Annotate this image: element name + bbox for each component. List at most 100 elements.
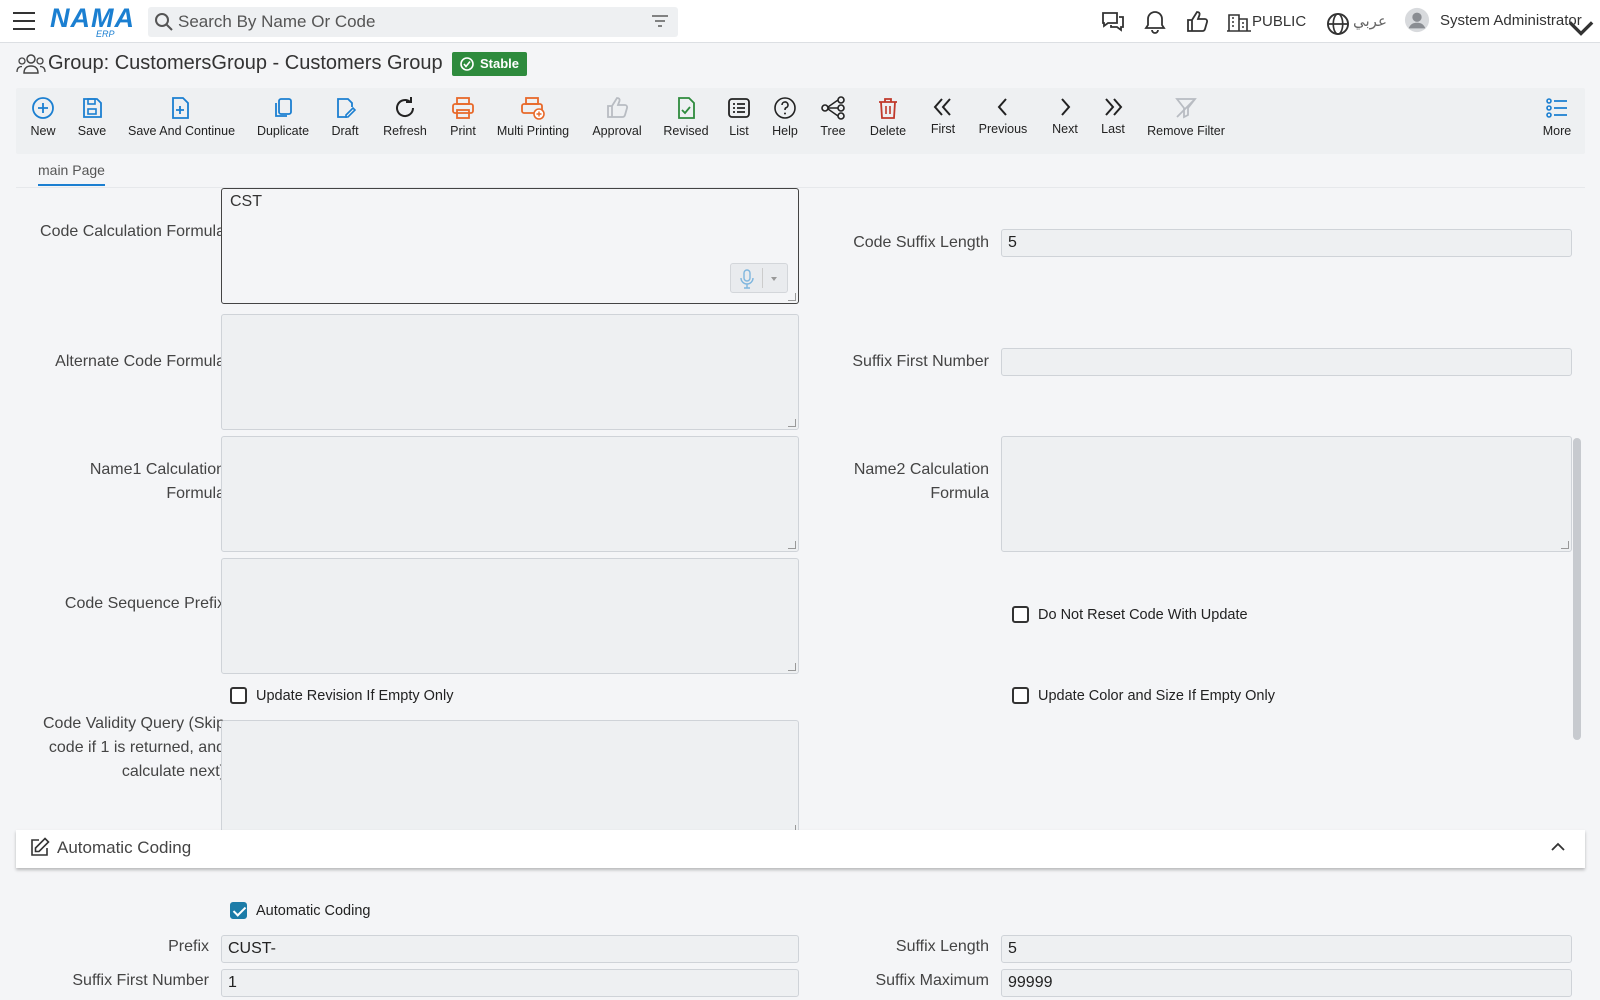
thumbs-up-icon — [607, 97, 629, 118]
microphone-icon[interactable] — [739, 269, 755, 289]
bell-icon[interactable] — [1142, 9, 1168, 35]
filter-off-icon — [1175, 98, 1197, 119]
voice-input-control[interactable] — [730, 263, 788, 293]
more-button[interactable]: More — [1540, 96, 1574, 138]
update-color-size-box[interactable] — [1012, 687, 1029, 704]
automatic-coding-section-header[interactable]: Automatic Coding — [16, 830, 1585, 868]
globe-icon[interactable] — [1325, 11, 1351, 37]
chevron-up-icon[interactable] — [1551, 842, 1565, 852]
approval-label: Approval — [592, 124, 642, 138]
check-circle-icon — [460, 57, 474, 71]
multi-printing-button[interactable]: Multi Printing — [496, 96, 570, 138]
prefix-label: Prefix — [168, 938, 209, 955]
caret-down-icon[interactable] — [770, 276, 778, 282]
suffix-maximum-label: Suffix Maximum — [875, 972, 989, 989]
alt-code-formula-field[interactable] — [221, 314, 799, 430]
update-revision-label: Update Revision If Empty Only — [256, 687, 454, 704]
plus-circle-icon — [32, 97, 54, 119]
menu-icon[interactable] — [13, 12, 35, 30]
thumbs-up-icon[interactable] — [1184, 9, 1210, 35]
prefix-input[interactable]: CUST- — [221, 935, 799, 963]
new-button[interactable]: New — [28, 96, 58, 138]
auto-suffix-first-number-label: Suffix First Number — [72, 972, 209, 989]
filter-icon[interactable] — [652, 14, 668, 28]
name1-calc-formula-field[interactable] — [221, 436, 799, 552]
save-button[interactable]: Save — [75, 96, 109, 138]
building-icon[interactable] — [1226, 9, 1252, 35]
logo-sub: ERP — [96, 29, 115, 39]
do-not-reset-checkbox[interactable]: Do Not Reset Code With Update — [1012, 606, 1248, 623]
update-color-size-label: Update Color and Size If Empty Only — [1038, 687, 1275, 704]
language-switch[interactable]: عربي — [1353, 12, 1387, 30]
code-suffix-length-label: Code Suffix Length — [853, 234, 989, 251]
code-calc-formula-field[interactable]: CST — [221, 188, 799, 304]
duplicate-button[interactable]: Duplicate — [256, 96, 310, 138]
search-input[interactable] — [178, 11, 628, 33]
chat-icon[interactable] — [1100, 9, 1126, 35]
revised-label: Revised — [663, 124, 709, 138]
edit-file-icon — [337, 98, 357, 118]
print-button[interactable]: Print — [448, 96, 478, 138]
approval-button[interactable]: Approval — [590, 96, 644, 138]
chevron-left-icon — [997, 98, 1007, 116]
chevrons-left-icon — [933, 98, 951, 116]
automatic-coding-checkbox[interactable]: Automatic Coding — [230, 902, 370, 919]
more-label: More — [1542, 124, 1572, 138]
status-text: Stable — [480, 56, 520, 71]
update-color-size-checkbox[interactable]: Update Color and Size If Empty Only — [1012, 687, 1275, 704]
avatar[interactable] — [1404, 7, 1430, 33]
last-button[interactable]: Last — [1098, 96, 1128, 136]
tree-button[interactable]: Tree — [818, 96, 848, 138]
tree-icon — [821, 96, 845, 120]
do-not-reset-box[interactable] — [1012, 606, 1029, 623]
help-button[interactable]: Help — [770, 96, 800, 138]
chevron-down-icon[interactable] — [1568, 15, 1594, 41]
update-revision-checkbox[interactable]: Update Revision If Empty Only — [230, 687, 453, 704]
user-menu[interactable]: System Administrator — [1440, 12, 1582, 29]
list-icon — [728, 98, 750, 118]
suffix-first-number-input[interactable] — [1001, 348, 1572, 376]
suffix-length-label: Suffix Length — [895, 938, 989, 955]
list-button[interactable]: List — [726, 96, 752, 138]
save-continue-button[interactable]: Save And Continue — [128, 96, 235, 138]
do-not-reset-label: Do Not Reset Code With Update — [1038, 606, 1248, 623]
previous-button[interactable]: Previous — [978, 96, 1028, 136]
users-group-icon — [16, 54, 46, 74]
remove-filter-label: Remove Filter — [1147, 124, 1225, 138]
app-logo[interactable]: NAMA ERP — [50, 3, 135, 40]
file-plus-icon — [172, 97, 189, 119]
save-label: Save — [77, 124, 107, 138]
update-revision-box[interactable] — [230, 687, 247, 704]
refresh-button[interactable]: Refresh — [382, 96, 428, 138]
code-calc-formula-value: CST — [230, 193, 262, 210]
copy-icon — [275, 98, 292, 117]
alt-code-formula-label: Alternate Code Formula — [55, 353, 225, 370]
delete-label: Delete — [869, 124, 907, 138]
first-button[interactable]: First — [928, 96, 958, 136]
automatic-coding-box[interactable] — [230, 902, 247, 919]
delete-button[interactable]: Delete — [868, 96, 908, 138]
revised-button[interactable]: Revised — [662, 96, 710, 138]
first-label: First — [930, 122, 956, 136]
code-validity-field[interactable] — [221, 720, 799, 836]
suffix-maximum-input[interactable]: 99999 — [1001, 969, 1572, 997]
remove-filter-button[interactable]: Remove Filter — [1146, 96, 1226, 138]
last-label: Last — [1101, 122, 1125, 136]
public-label[interactable]: PUBLIC — [1252, 13, 1306, 30]
file-check-icon — [678, 97, 695, 119]
tab-main-page[interactable]: main Page — [38, 162, 105, 186]
search-bar — [148, 7, 678, 37]
code-seq-prefix-field[interactable] — [221, 558, 799, 674]
name2-calc-formula-field[interactable] — [1001, 436, 1572, 552]
next-button[interactable]: Next — [1050, 96, 1080, 136]
previous-label: Previous — [978, 122, 1028, 136]
search-icon — [155, 13, 173, 31]
vertical-scrollbar[interactable] — [1573, 438, 1581, 740]
draft-button[interactable]: Draft — [328, 96, 362, 138]
auto-suffix-first-number-input[interactable]: 1 — [221, 969, 799, 997]
suffix-length-input[interactable]: 5 — [1001, 935, 1572, 963]
automatic-coding-label: Automatic Coding — [256, 902, 371, 919]
logo-text: NAMA — [50, 3, 135, 33]
name2-calc-formula-label: Name2 Calculation Formula — [853, 461, 989, 502]
code-suffix-length-input[interactable]: 5 — [1001, 229, 1572, 257]
